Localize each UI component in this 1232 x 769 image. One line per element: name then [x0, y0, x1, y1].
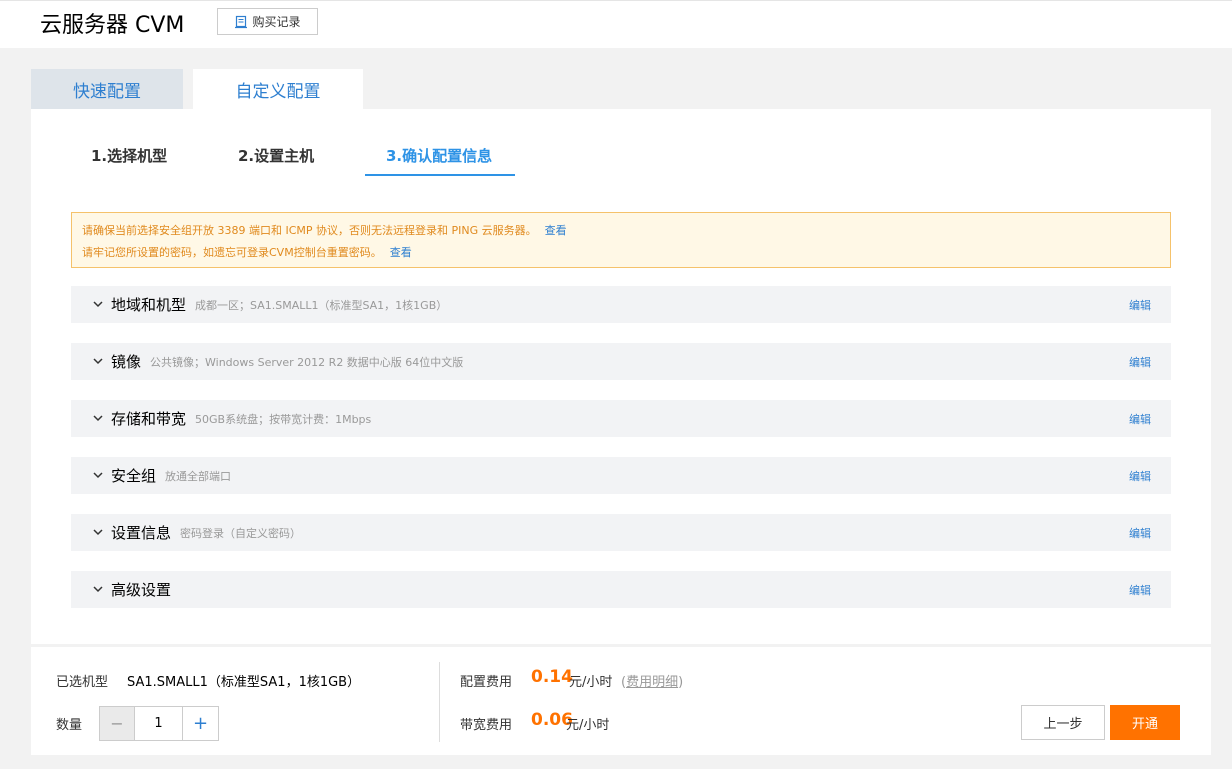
step-setup-host[interactable]: 2.设置主机: [238, 145, 314, 166]
chevron-down-icon: [93, 528, 103, 538]
fee-detail-text: 费用明细: [626, 675, 679, 690]
section-desc: 放通全部端口: [165, 469, 232, 483]
footer-divider: [439, 662, 440, 742]
config-fee-label: 配置费用: [460, 675, 513, 690]
edit-link[interactable]: 编辑: [1129, 411, 1151, 427]
fee-detail-link[interactable]: (费用明细): [621, 671, 683, 690]
tab-custom-config[interactable]: 自定义配置: [193, 69, 363, 109]
chevron-down-icon: [93, 300, 103, 310]
section-advanced[interactable]: 高级设置 编辑: [71, 571, 1171, 608]
step-nav: 1.选择机型 2.设置主机 3.确认配置信息: [31, 109, 1211, 179]
step-confirm-config[interactable]: 3.确认配置信息: [386, 145, 492, 166]
edit-link[interactable]: 编辑: [1129, 354, 1151, 370]
edit-link[interactable]: 编辑: [1129, 525, 1151, 541]
selected-model-label: 已选机型: [56, 675, 109, 690]
section-image[interactable]: 镜像 公共镜像；Windows Server 2012 R2 数据中心版 64位…: [71, 343, 1171, 380]
warning-link-2[interactable]: 查看: [390, 246, 412, 259]
quantity-increase-button[interactable]: +: [183, 707, 218, 740]
section-desc: 成都一区；SA1.SMALL1（标准型SA1，1核1GB）: [195, 298, 448, 312]
section-title: 镜像: [111, 353, 142, 371]
active-step-indicator: [365, 174, 515, 176]
edit-link[interactable]: 编辑: [1129, 468, 1151, 484]
document-icon: [234, 15, 248, 29]
step-select-model[interactable]: 1.选择机型: [91, 145, 167, 166]
section-desc: 50GB系统盘；按带宽计费：1Mbps: [195, 412, 372, 426]
warning-text-2: 请牢记您所设置的密码，如遗忘可登录CVM控制台重置密码。: [82, 246, 382, 259]
section-security-group[interactable]: 安全组 放通全部端口 编辑: [71, 457, 1171, 494]
tab-quick-config[interactable]: 快速配置: [31, 69, 183, 109]
section-storage-bandwidth[interactable]: 存储和带宽 50GB系统盘；按带宽计费：1Mbps 编辑: [71, 400, 1171, 437]
chevron-down-icon: [93, 585, 103, 595]
selected-model-value: SA1.SMALL1（标准型SA1，1核1GB）: [127, 675, 361, 690]
order-footer: 已选机型 SA1.SMALL1（标准型SA1，1核1GB） 数量 − 1 + 配…: [31, 647, 1211, 755]
config-tabs: 快速配置 自定义配置: [31, 69, 363, 109]
config-fee-price: 0.14: [531, 667, 573, 687]
section-title: 地域和机型: [111, 296, 187, 314]
bandwidth-fee-unit: 元/小时: [566, 718, 610, 733]
section-title: 安全组: [111, 467, 157, 485]
section-desc: 公共镜像；Windows Server 2012 R2 数据中心版 64位中文版: [150, 355, 464, 369]
warning-text-1: 请确保当前选择安全组开放 3389 端口和 ICMP 协议，否则无法远程登录和 …: [82, 224, 537, 237]
warning-line-2: 请牢记您所设置的密码，如遗忘可登录CVM控制台重置密码。 查看: [82, 242, 1160, 264]
quantity-input[interactable]: 1: [135, 707, 183, 740]
edit-link[interactable]: 编辑: [1129, 582, 1151, 598]
purchase-records-label: 购买记录: [252, 15, 301, 29]
config-panel: 1.选择机型 2.设置主机 3.确认配置信息 请确保当前选择安全组开放 3389…: [31, 109, 1211, 644]
top-bar: 云服务器 CVM 购买记录: [0, 0, 1232, 48]
warning-notice: 请确保当前选择安全组开放 3389 端口和 ICMP 协议，否则无法远程登录和 …: [71, 212, 1171, 268]
quantity-stepper: − 1 +: [99, 706, 219, 741]
quantity-decrease-button[interactable]: −: [100, 707, 135, 740]
warning-line-1: 请确保当前选择安全组开放 3389 端口和 ICMP 协议，否则无法远程登录和 …: [82, 220, 1160, 242]
warning-link-1[interactable]: 查看: [545, 224, 567, 237]
chevron-down-icon: [93, 414, 103, 424]
section-title: 设置信息: [111, 524, 172, 542]
section-desc: 密码登录（自定义密码）: [180, 526, 302, 540]
config-fee-unit: 元/小时: [569, 675, 613, 690]
quantity-label: 数量: [56, 718, 83, 733]
section-title: 高级设置: [111, 581, 172, 599]
chevron-down-icon: [93, 471, 103, 481]
fee-detail-close-paren: ): [678, 675, 684, 690]
page-title: 云服务器 CVM: [40, 13, 185, 38]
bandwidth-fee-label: 带宽费用: [460, 718, 513, 733]
previous-step-button[interactable]: 上一步: [1021, 705, 1105, 740]
section-settings-info[interactable]: 设置信息 密码登录（自定义密码） 编辑: [71, 514, 1171, 551]
edit-link[interactable]: 编辑: [1129, 297, 1151, 313]
activate-button[interactable]: 开通: [1110, 705, 1180, 740]
chevron-down-icon: [93, 357, 103, 367]
section-title: 存储和带宽: [111, 410, 187, 428]
section-region-model[interactable]: 地域和机型 成都一区；SA1.SMALL1（标准型SA1，1核1GB） 编辑: [71, 286, 1171, 323]
purchase-records-button[interactable]: 购买记录: [217, 8, 318, 35]
